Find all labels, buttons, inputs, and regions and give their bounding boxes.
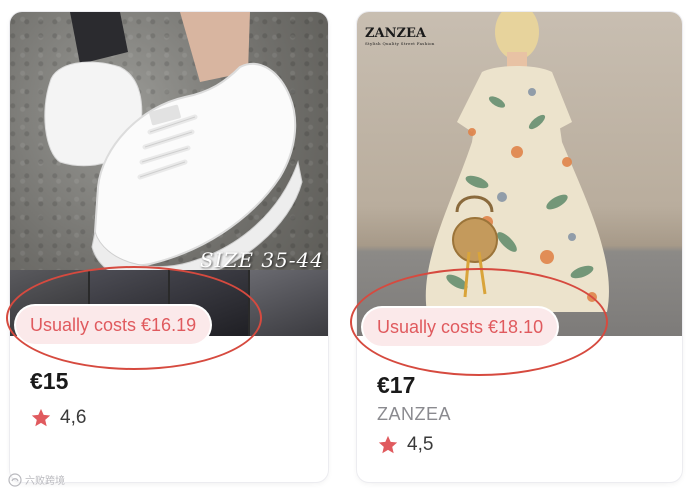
dress-illustration — [425, 12, 609, 312]
usually-costs-badge: Usually costs €18.10 — [363, 308, 558, 346]
product-price: €15 — [30, 368, 69, 394]
product-rating: 4,6 — [30, 407, 86, 429]
product-card-dress[interactable]: ZANZEA Stylish Quality Street Fashion Us… — [357, 12, 682, 482]
product-card-sneakers[interactable]: SIZE 35-44 Usually costs €16.19 €15 4,6 — [10, 12, 328, 482]
rating-value: 4,5 — [407, 434, 434, 455]
product-image-dress[interactable]: ZANZEA Stylish Quality Street Fashion — [357, 12, 682, 336]
watermark: 六败跨境 — [8, 472, 65, 487]
rating-value: 4,6 — [60, 407, 87, 428]
usually-costs-badge: Usually costs €16.19 — [16, 306, 211, 344]
star-icon — [31, 408, 51, 427]
product-rating: 4,5 — [377, 434, 433, 456]
thumbnail — [250, 270, 328, 336]
watermark-icon — [8, 472, 22, 487]
size-range-overlay: SIZE 35-44 — [199, 248, 324, 272]
star-icon — [378, 435, 398, 454]
product-image-sneakers[interactable]: SIZE 35-44 — [10, 12, 328, 336]
product-brand: ZANZEA — [377, 404, 452, 424]
product-price: €17 — [377, 372, 416, 398]
brand-logo: ZANZEA Stylish Quality Street Fashion — [365, 26, 435, 46]
